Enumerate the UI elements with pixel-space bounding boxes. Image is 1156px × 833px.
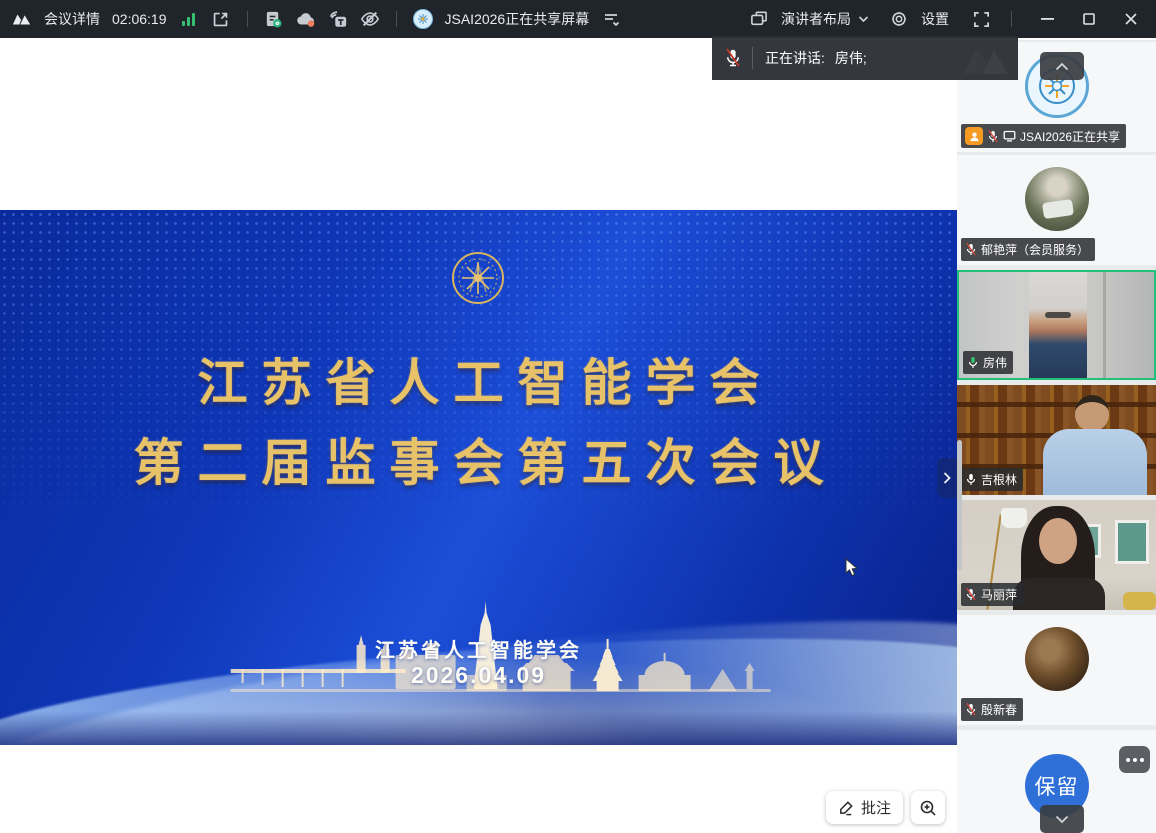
slide-title-line2: 第二届监事会第五次会议 [0,423,957,495]
mic-muted-icon [724,48,742,68]
close-button[interactable] [1116,7,1146,31]
caption-icon[interactable] [328,9,348,29]
layout-selector[interactable]: 演讲者布局 [781,9,851,29]
avatar-text: 保留 [1035,771,1079,801]
participant-name: 殷新春 [981,701,1017,718]
participant-name: 郁艳萍（会员服务） [981,241,1089,258]
more-options-button[interactable] [1119,746,1150,773]
avatar [1025,167,1089,231]
annotate-label: 批注 [861,797,891,818]
mic-muted-icon [965,588,977,601]
participant-tile-jigenlin[interactable]: 吉根林 [957,385,1156,495]
annotate-button[interactable]: 批注 [826,791,903,824]
avatar [1025,627,1089,691]
cloud-icon[interactable] [296,9,316,29]
topbar: 会议详情 02:06:19 [0,0,1156,38]
minimize-button[interactable] [1032,7,1062,31]
participants-sidebar: JSAI2026正在共享 郁艳萍（会员服务） 房伟 [957,40,1156,833]
mouse-cursor [845,558,860,583]
mic-on-icon [965,473,977,486]
document-icon[interactable] [264,9,284,29]
slide-footer-org: 江苏省人工智能学会 [0,634,957,663]
layout-icon [749,9,769,29]
slide-tools: 批注 [826,791,945,824]
share-list-dropdown-icon[interactable] [601,9,621,29]
meeting-window: 会议详情 02:06:19 [0,0,1156,833]
slide-emblem-icon [450,250,506,311]
participant-name: 吉根林 [981,471,1017,488]
hide-view-icon[interactable] [360,9,380,29]
watermark-logo-icon [960,40,1012,80]
settings-button[interactable]: 设置 [921,9,949,29]
participant-name-bar: 殷新春 [961,698,1023,721]
participant-name-bar: 郁艳萍（会员服务） [961,238,1095,261]
screen-share-icon [1003,130,1016,142]
fullscreen-icon[interactable] [971,9,991,29]
zoom-in-button[interactable] [911,791,945,824]
speaking-label: 正在讲话: [765,48,825,68]
meeting-details-button[interactable]: 会议详情 [44,9,100,29]
sharing-title: JSAI2026正在共享屏幕 [445,9,590,29]
sidebar-expand-tab[interactable] [937,458,957,498]
participant-name-bar: 吉根林 [961,468,1023,491]
participant-name-bar: JSAI2026正在共享 [961,124,1126,148]
shared-screen-slide: 江苏省人工智能学会 第二届监事会第五次会议 [0,210,957,745]
mic-muted-icon [987,130,999,143]
speaking-toast: 正在讲话: 房伟; [712,36,1018,80]
speaking-names: 房伟; [835,48,867,68]
scroll-down-button[interactable] [1040,805,1084,833]
jsai-logo [413,9,433,29]
participant-tile-yinxinchun[interactable]: 殷新春 [957,615,1156,725]
app-logo [12,9,32,29]
participants-scrollbar[interactable] [957,440,962,570]
mic-active-icon [967,356,979,369]
open-window-icon[interactable] [211,9,231,29]
participant-name: JSAI2026正在共享 [1020,128,1120,145]
network-signal-icon[interactable] [179,9,199,29]
participant-name-bar: 房伟 [963,351,1013,374]
slide-footer-date: 2026.04.09 [0,662,957,689]
chevron-down-icon[interactable] [857,9,869,29]
participant-tile-fangwei[interactable]: 房伟 [957,270,1156,380]
participant-name: 马丽萍 [981,586,1017,603]
meeting-timer: 02:06:19 [112,11,167,27]
host-badge-icon [965,127,983,145]
gear-icon[interactable] [889,9,909,29]
participant-name-bar: 马丽萍 [961,583,1023,606]
participant-tile-maliping[interactable]: 马丽萍 [957,500,1156,610]
participant-tile-yuyanping[interactable]: 郁艳萍（会员服务） [957,155,1156,265]
maximize-button[interactable] [1074,7,1104,31]
participant-name: 房伟 [983,354,1007,371]
mic-muted-icon [965,703,977,716]
mic-muted-icon [965,243,977,256]
scroll-up-button[interactable] [1040,52,1084,80]
bottom-shade [0,711,957,745]
slide-title-line1: 江苏省人工智能学会 [0,343,957,415]
